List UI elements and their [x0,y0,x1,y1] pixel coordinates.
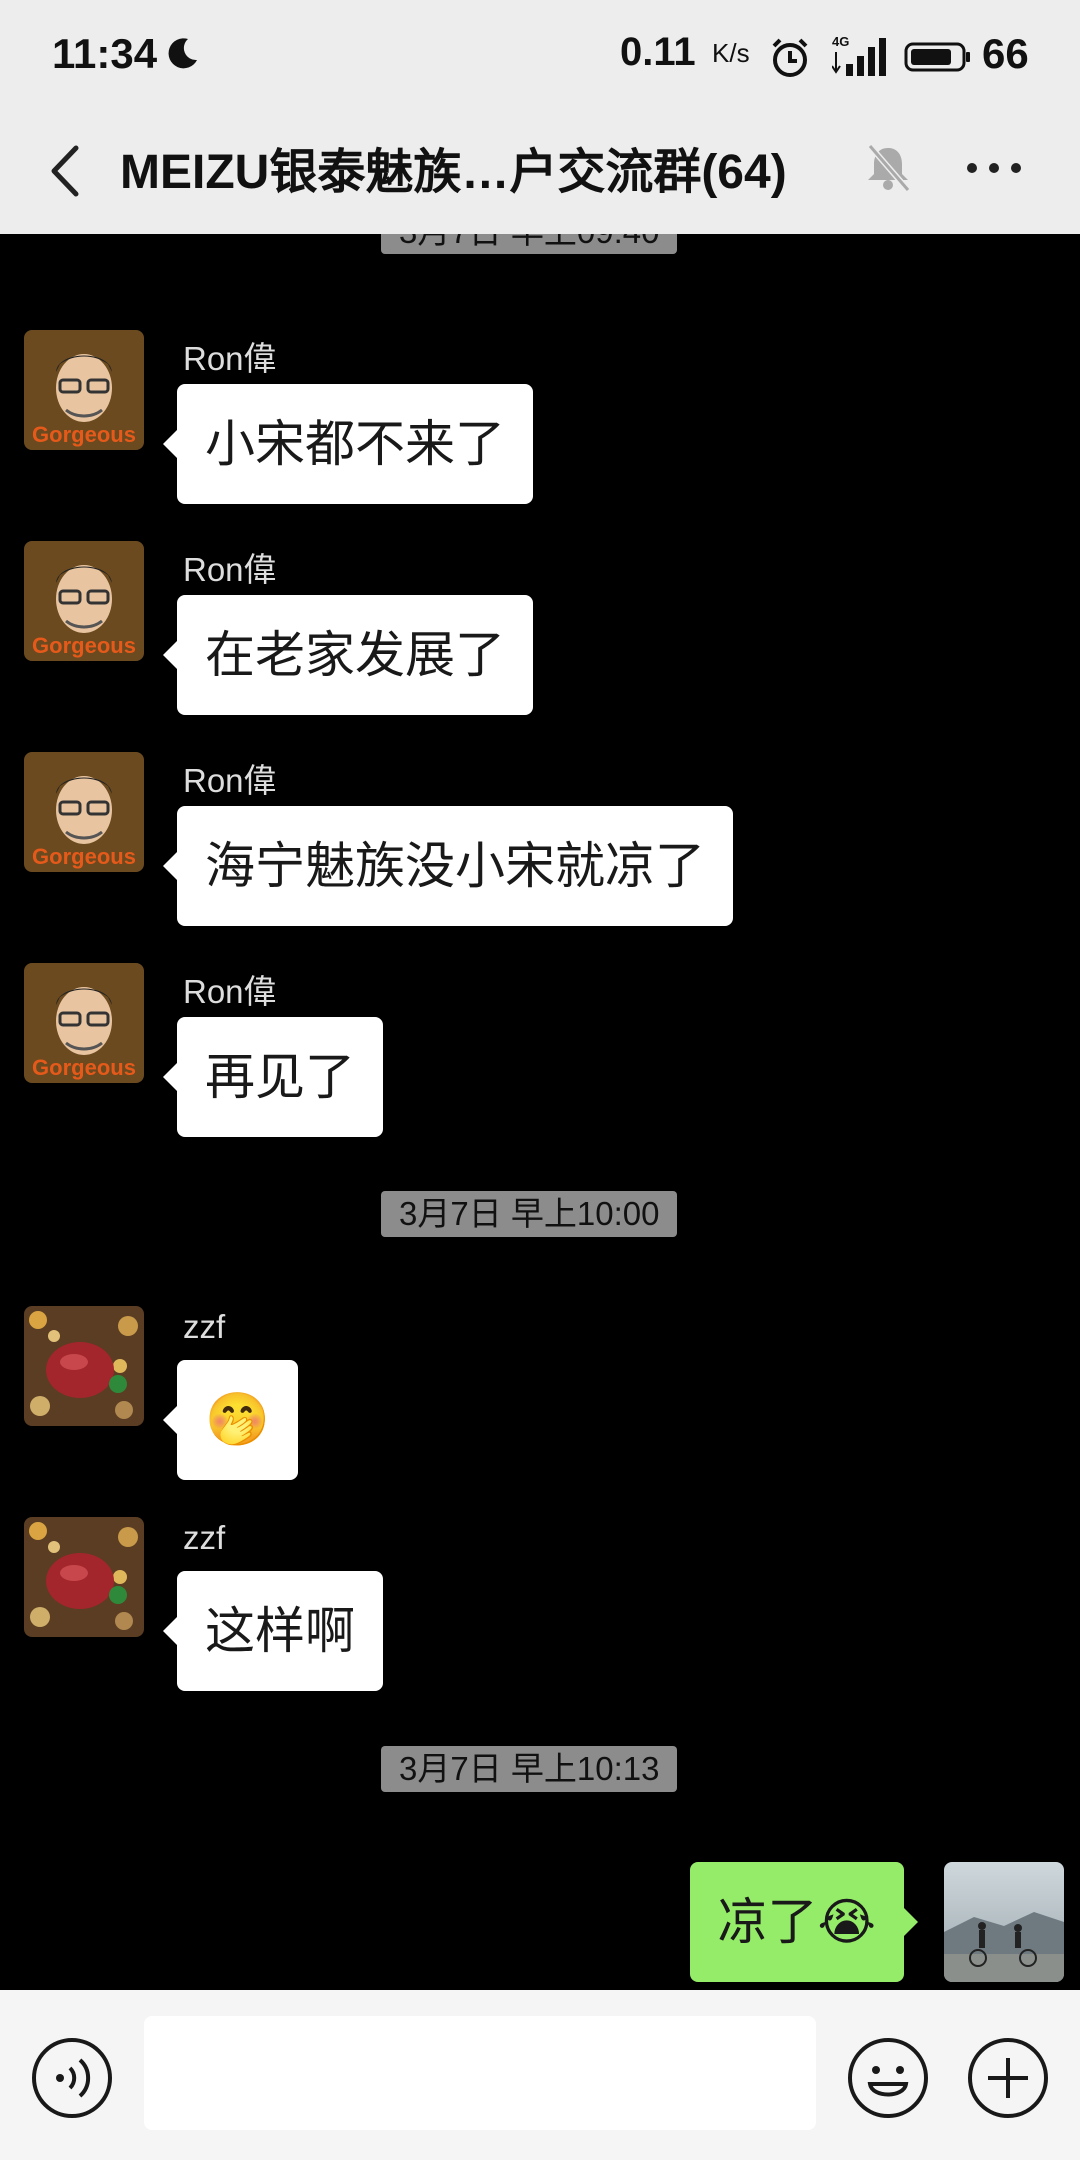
top-bar: 11:34 0.11 K/s 4G 66 MEIZU银泰魅族…户交流群(64) [0,0,1080,234]
avatar-zzf[interactable] [24,1517,144,1637]
signal-icon: 4G [831,34,890,82]
avatar-caption: Gorgeous [32,1055,136,1080]
my-message-bubble[interactable]: 凉了😭 [689,1862,919,1982]
avatar-ron[interactable]: Gorgeous [24,963,144,1083]
avatar-ron[interactable]: Gorgeous [24,541,144,661]
my-avatar[interactable] [944,1862,1064,1982]
avatar-caption: Gorgeous [32,844,136,869]
timestamp: 3月7日 早上10:13 [381,1746,678,1792]
sender-name: zzf [183,1519,226,1556]
status-bar: 11:34 0.11 K/s 4G 66 [0,0,1080,112]
avatar-ron[interactable]: Gorgeous [24,752,144,872]
chat-title: MEIZU银泰魅族…户交流群(64) [120,146,787,199]
avatar-zzf[interactable] [24,1306,144,1426]
sender-name: Ron偉 [183,762,277,799]
voice-icon[interactable] [30,2036,114,2124]
nav-bar: MEIZU银泰魅族…户交流群(64) [0,112,1080,234]
message-input[interactable] [144,2016,816,2130]
sender-name: Ron偉 [183,973,277,1010]
back-icon[interactable] [36,136,96,206]
timestamp: 3月7日 早上10:00 [381,1191,678,1237]
message-bubble[interactable]: 再见了 [163,1017,383,1137]
plus-icon[interactable] [966,2036,1050,2124]
avatar-caption: Gorgeous [32,422,136,447]
net-unit: K/s [712,38,750,68]
battery-level: 66 [982,30,1029,77]
avatar-ron[interactable]: Gorgeous [24,330,144,450]
avatar-caption: Gorgeous [32,633,136,658]
message-bubble[interactable]: 🤭 [163,1360,298,1480]
message-bubble[interactable]: 海宁魅族没小宋就凉了 [163,806,733,926]
emoji-icon[interactable] [846,2036,930,2124]
input-bar [0,1990,1080,2160]
more-icon[interactable] [964,160,1024,180]
sender-name: Ron偉 [183,340,277,377]
status-time: 11:34 [52,30,158,77]
moon-icon [166,36,200,74]
message-bubble[interactable]: 这样啊 [163,1571,383,1691]
mute-icon [862,140,914,200]
alarm-icon [768,36,812,84]
network-label: 4G [832,34,849,49]
chat-area[interactable]: 3月7日 早上09:40 Gorgeous Ron偉 小宋都不来了 Gorgeo… [0,214,1080,1990]
sender-name: zzf [183,1308,226,1345]
battery-icon [904,42,972,76]
net-speed: 0.11 [620,30,696,74]
message-bubble[interactable]: 在老家发展了 [163,595,533,715]
sender-name: Ron偉 [183,551,277,588]
message-bubble[interactable]: 小宋都不来了 [163,384,533,504]
